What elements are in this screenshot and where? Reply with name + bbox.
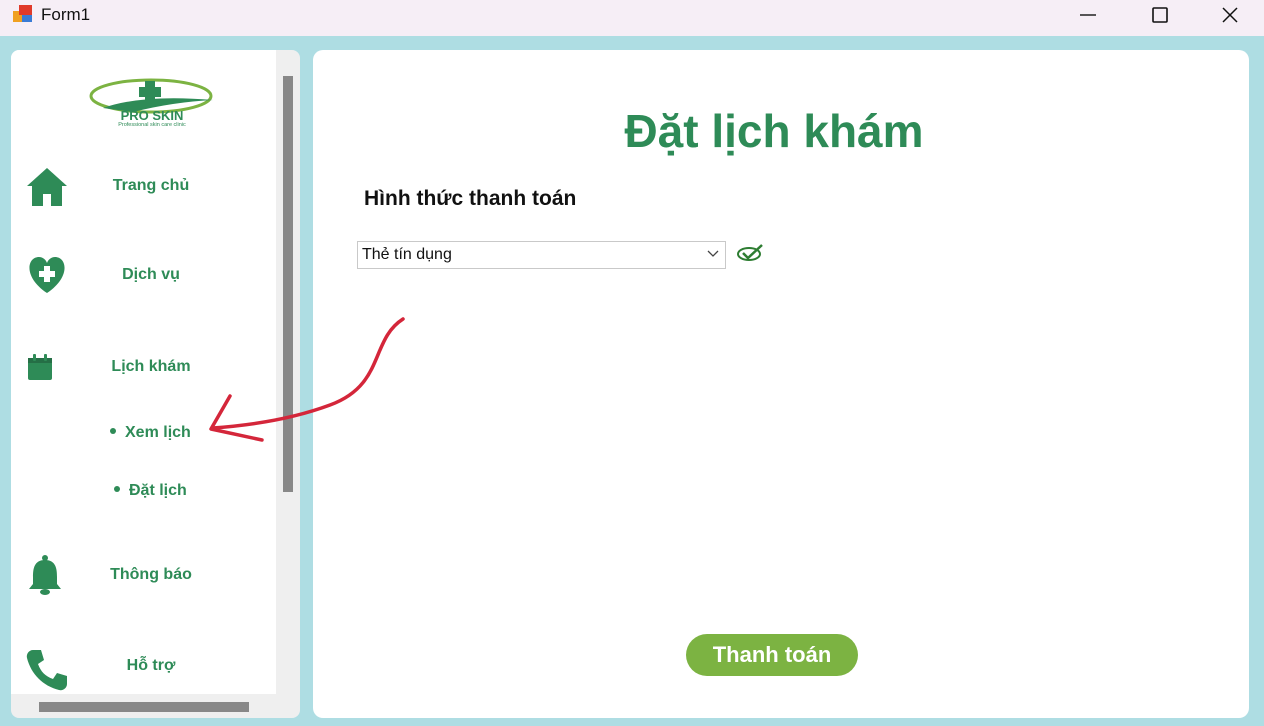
payment-method-select[interactable]: Thẻ tín dụng [357, 241, 726, 269]
sidebar: PRO SKIN Professional skin care clinic T… [11, 50, 300, 718]
minimize-button[interactable] [1056, 0, 1120, 30]
sidebar-item-appointments[interactable]: Lịch khám [11, 336, 276, 396]
chevron-down-icon [707, 250, 719, 257]
sidebar-item-label: Hỗ trợ [126, 657, 176, 674]
maximize-icon [1152, 7, 1168, 23]
minimize-icon [1080, 14, 1096, 16]
calendar-icon [28, 354, 52, 380]
close-button[interactable] [1198, 0, 1262, 30]
sidebar-item-notifications[interactable]: Thông báo [11, 544, 276, 604]
home-icon [27, 168, 67, 206]
sidebar-subitem-book-appointment[interactable]: Đặt lịch [114, 482, 187, 500]
heart-plus-icon [29, 257, 65, 293]
sidebar-panel: PRO SKIN Professional skin care clinic T… [11, 50, 276, 694]
close-icon [1222, 7, 1238, 23]
sidebar-item-services[interactable]: Dịch vụ [11, 245, 276, 305]
sidebar-item-label: Trang chủ [112, 177, 190, 194]
sidebar-horizontal-scrollbar[interactable] [39, 702, 249, 712]
window-title: Form1 [41, 5, 91, 24]
logo-tagline-text: Professional skin care clinic [118, 122, 186, 128]
app-icon [13, 5, 32, 22]
sidebar-subitem-view-schedule[interactable]: Xem lịch [110, 424, 191, 442]
check-icon [737, 244, 763, 261]
main-panel: Đặt lịch khám Hình thức thanh toán Thẻ t… [313, 50, 1249, 718]
bell-icon [29, 555, 61, 595]
maximize-button[interactable] [1128, 0, 1192, 30]
pro-skin-logo: PRO SKIN Professional skin care clinic [89, 78, 213, 128]
sidebar-item-home[interactable]: Trang chủ [11, 156, 276, 216]
bullet-icon [110, 427, 116, 434]
pay-button[interactable]: Thanh toán [686, 634, 858, 676]
phone-icon [26, 650, 68, 691]
title-bar: Form1 [0, 0, 1264, 36]
payment-method-value: Thẻ tín dụng [362, 246, 452, 263]
sidebar-subitem-label: Đặt lịch [129, 482, 187, 499]
sidebar-item-label: Thông báo [110, 566, 192, 583]
sidebar-item-label: Dịch vụ [122, 266, 180, 283]
page-title: Đặt lịch khám [624, 105, 924, 157]
sidebar-subitem-label: Xem lịch [125, 424, 191, 441]
payment-method-label: Hình thức thanh toán [364, 187, 577, 210]
logo-brand-text: PRO SKIN [121, 108, 184, 123]
bullet-icon [114, 485, 120, 492]
sidebar-item-support[interactable]: Hỗ trợ [11, 636, 276, 696]
sidebar-vertical-scrollbar[interactable] [283, 76, 293, 492]
sidebar-item-label: Lịch khám [111, 358, 191, 375]
